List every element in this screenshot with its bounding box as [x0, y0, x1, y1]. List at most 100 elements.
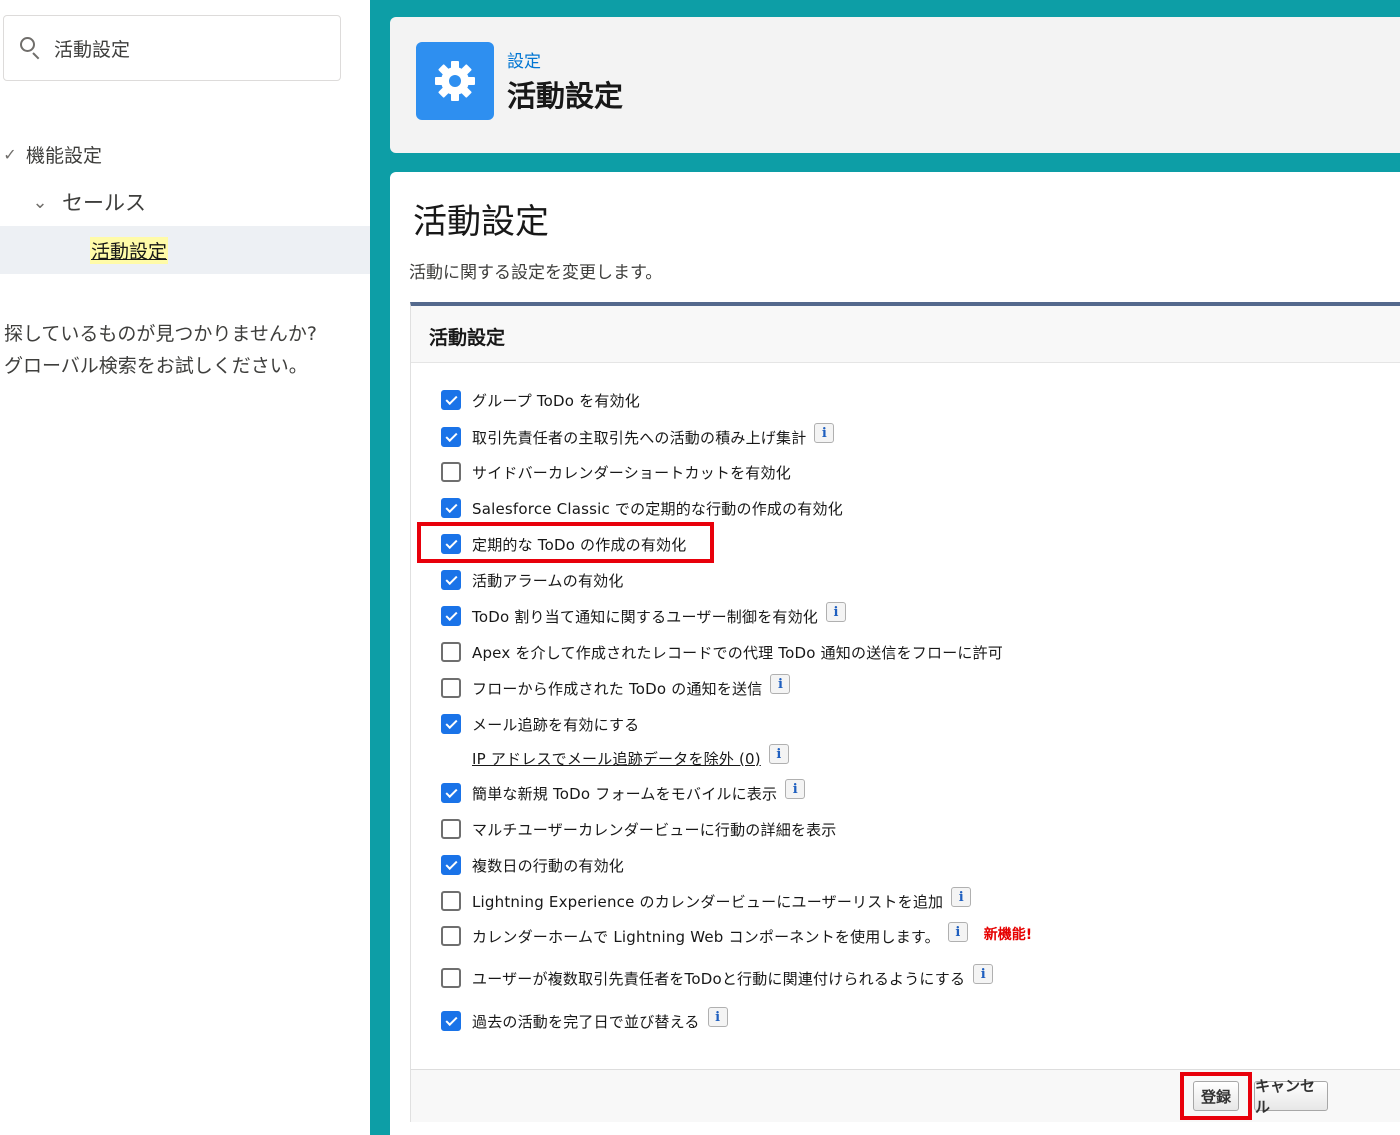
info-icon[interactable]: i	[785, 779, 806, 799]
option-row[interactable]: サイドバーカレンダーショートカットを有効化	[441, 460, 791, 484]
option-checkbox[interactable]	[441, 390, 461, 410]
option-label: 複数日の行動の有効化	[472, 856, 625, 875]
option-label: カレンダーホームで Lightning Web コンポーネントを使用します。	[472, 927, 940, 946]
info-icon[interactable]: i	[768, 744, 789, 764]
option-label[interactable]: IP アドレスでメール追跡データを除外 (0)	[472, 748, 761, 769]
option-checkbox[interactable]	[441, 427, 461, 447]
option-row[interactable]: マルチユーザーカレンダービューに行動の詳細を表示	[441, 817, 837, 841]
option-label: 取引先責任者の主取引先への活動の積み上げ集計	[472, 428, 807, 447]
option-label: Apex を介して作成されたレコードでの代理 ToDo 通知の送信をフローに許可	[472, 643, 1004, 662]
option-row[interactable]: カレンダーホームで Lightning Web コンポーネントを使用します。 i 新…	[441, 922, 1033, 948]
option-row[interactable]: Apex を介して作成されたレコードでの代理 ToDo 通知の送信をフローに許可	[441, 640, 1003, 664]
chevron-down-icon[interactable]: ⌄	[30, 192, 50, 213]
option-label: フローから作成された ToDo の通知を送信	[472, 679, 763, 698]
option-label: メール追跡を有効にする	[472, 715, 640, 734]
option-row[interactable]: メール追跡を有効にする	[441, 712, 639, 736]
tree-item-label: 機能設定	[26, 144, 103, 167]
tree-item-activity-settings[interactable]: 活動設定	[0, 226, 370, 274]
divider	[411, 1069, 1400, 1070]
breadcrumb[interactable]: 設定	[507, 47, 541, 72]
option-row[interactable]: Salesforce Classic での定期的な行動の作成の有効化	[441, 496, 843, 520]
option-row[interactable]: ユーザーが複数取引先責任者をToDoと行動に関連付けられるようにする i	[441, 964, 994, 990]
search-icon	[20, 37, 42, 60]
help-line-2: グローバル検索をお試しください。	[4, 355, 308, 377]
option-checkbox[interactable]	[441, 891, 461, 911]
setup-tree: ✓ 機能設定 ⌄ セールス 活動設定	[0, 130, 370, 274]
option-checkbox[interactable]	[441, 498, 461, 518]
option-row[interactable]: 複数日の行動の有効化	[441, 853, 624, 877]
option-label: 過去の活動を完了日で並び替える	[472, 1012, 700, 1031]
search-input-value[interactable]: 活動設定	[54, 35, 130, 62]
checkmark-icon	[444, 608, 458, 621]
save-button[interactable]: 登録	[1193, 1081, 1239, 1111]
tree-item-sales[interactable]: ⌄ セールス	[0, 178, 370, 226]
tree-item-label: セールス	[62, 191, 146, 215]
option-label: 活動アラームの有効化	[472, 571, 624, 590]
tree-item-feature-settings[interactable]: ✓ 機能設定	[0, 130, 370, 178]
info-icon[interactable]: i	[814, 423, 835, 443]
option-row[interactable]: グループ ToDo を有効化	[441, 388, 640, 412]
option-label: サイドバーカレンダーショートカットを有効化	[472, 463, 791, 482]
content-card: 活動設定 活動に関する設定を変更します。 活動設定 グループ ToDo を有効化…	[390, 172, 1400, 1135]
gear-icon	[416, 42, 494, 120]
checkmark-icon	[444, 392, 458, 405]
new-feature-badge: 新機能!	[983, 927, 1033, 943]
info-icon[interactable]: i	[973, 964, 994, 984]
option-label: Lightning Experience のカレンダービューにユーザーリストを追…	[472, 892, 944, 911]
info-icon[interactable]: i	[826, 602, 846, 622]
activity-settings-panel: 活動設定 グループ ToDo を有効化取引先責任者の主取引先への活動の積み上げ集…	[410, 302, 1400, 1122]
option-checkbox[interactable]	[441, 714, 461, 734]
options-list: グループ ToDo を有効化取引先責任者の主取引先への活動の積み上げ集計 i サイド…	[411, 363, 1400, 1069]
option-label: ユーザーが複数取引先責任者をToDoと行動に関連付けられるようにする	[472, 969, 966, 988]
option-checkbox[interactable]	[441, 462, 461, 482]
setup-sidebar: 活動設定 ✓ 機能設定 ⌄ セールス 活動設定 探しているものが見つかりませんか…	[0, 0, 370, 1135]
option-row[interactable]: 簡単な新規 ToDo フォームをモバイルに表示 i	[441, 779, 806, 805]
checkmark-icon	[444, 857, 458, 870]
option-row[interactable]: 取引先責任者の主取引先への活動の積み上げ集計 i	[441, 423, 835, 449]
checkmark-icon	[444, 785, 458, 798]
chevron-down-icon[interactable]: ✓	[0, 145, 20, 164]
page-title: 活動設定	[507, 79, 624, 113]
help-line-1: 探しているものが見つかりませんか?	[4, 323, 317, 345]
option-label: マルチユーザーカレンダービューに行動の詳細を表示	[472, 820, 837, 839]
option-row[interactable]: 過去の活動を完了日で並び替える i	[441, 1007, 728, 1033]
info-icon[interactable]: i	[951, 887, 972, 907]
content-description: 活動に関する設定を変更します。	[409, 263, 663, 283]
panel-title: 活動設定	[429, 327, 506, 349]
option-row[interactable]: ToDo 割り当て通知に関するユーザー制御を有効化 i	[441, 602, 846, 628]
info-icon[interactable]: i	[947, 922, 968, 942]
page-header: 設定 活動設定	[390, 17, 1400, 153]
option-label: ToDo 割り当て通知に関するユーザー制御を有効化	[472, 607, 818, 626]
option-row[interactable]: IP アドレスでメール追跡データを除外 (0) i	[441, 744, 789, 770]
option-checkbox[interactable]	[441, 678, 461, 698]
option-row[interactable]: Lightning Experience のカレンダービューにユーザーリストを追…	[441, 887, 972, 913]
checkmark-icon	[444, 1013, 458, 1026]
option-checkbox[interactable]	[441, 642, 461, 662]
option-checkbox[interactable]	[441, 968, 461, 988]
option-checkbox[interactable]	[441, 783, 461, 803]
search-help-text: 探しているものが見つかりませんか? グローバル検索をお試しください。	[4, 318, 364, 382]
info-icon[interactable]: i	[770, 674, 791, 694]
option-checkbox[interactable]	[441, 855, 461, 875]
option-checkbox[interactable]	[441, 926, 461, 946]
quick-find-search[interactable]: 活動設定	[3, 15, 341, 81]
highlight-recurring-todo	[417, 522, 714, 563]
info-icon[interactable]: i	[707, 1007, 728, 1027]
option-label: グループ ToDo を有効化	[472, 391, 640, 410]
content-title: 活動設定	[413, 202, 549, 242]
option-row[interactable]: 活動アラームの有効化	[441, 568, 624, 592]
checkmark-icon	[444, 500, 458, 513]
option-label: 簡単な新規 ToDo フォームをモバイルに表示	[472, 784, 778, 803]
option-row[interactable]: フローから作成された ToDo の通知を送信 i	[441, 674, 791, 700]
option-checkbox[interactable]	[441, 819, 461, 839]
option-checkbox[interactable]	[441, 606, 461, 626]
checkmark-icon	[444, 572, 458, 585]
cancel-button[interactable]: キャンセル	[1254, 1077, 1328, 1116]
option-label: Salesforce Classic での定期的な行動の作成の有効化	[472, 499, 843, 518]
checkmark-icon	[444, 429, 458, 442]
tree-item-label[interactable]: 活動設定	[90, 236, 169, 264]
checkmark-icon	[444, 716, 458, 729]
option-checkbox[interactable]	[441, 570, 461, 590]
option-checkbox[interactable]	[441, 1011, 461, 1031]
main-area: 設定 活動設定 活動設定 活動に関する設定を変更します。 活動設定 グループ T…	[370, 0, 1400, 1135]
